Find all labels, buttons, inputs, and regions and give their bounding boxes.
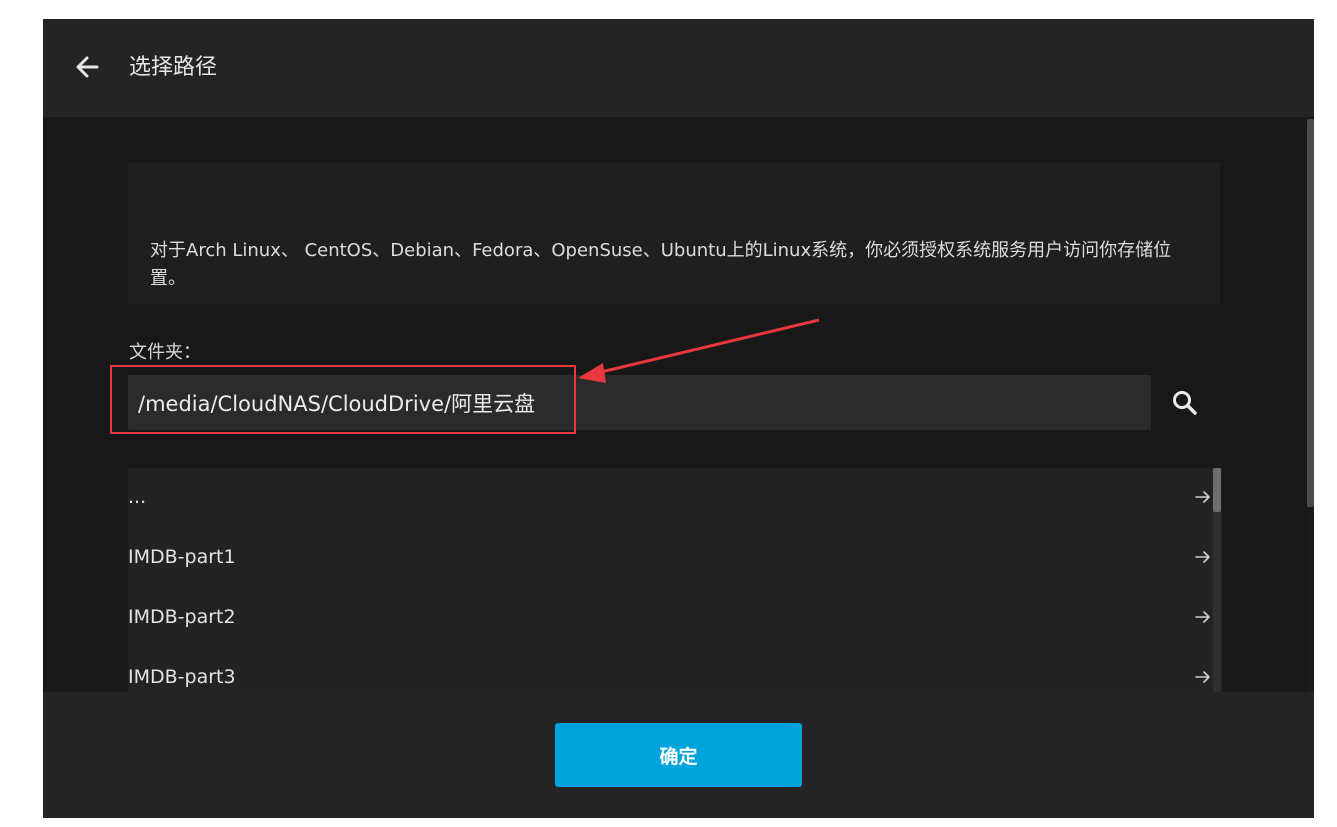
list-item[interactable]: IMDB-part2 bbox=[128, 588, 1210, 648]
dialog-title: 选择路径 bbox=[129, 55, 218, 80]
confirm-button[interactable]: 确定 bbox=[555, 723, 802, 787]
arrow-right-icon bbox=[1195, 491, 1210, 503]
list-item[interactable]: IMDB-part1 bbox=[128, 528, 1210, 588]
arrow-right-icon bbox=[1195, 611, 1210, 623]
list-scrollbar[interactable] bbox=[1213, 468, 1221, 692]
list-scrollbar-thumb[interactable] bbox=[1213, 468, 1221, 512]
arrow-right-icon bbox=[1195, 671, 1210, 683]
folder-path-input[interactable] bbox=[128, 375, 1151, 430]
folder-list: ... IMDB-part1 IMDB-part2 IMDB-part3 bbox=[128, 468, 1222, 692]
arrow-left-icon bbox=[76, 56, 99, 78]
folder-label: 文件夹： bbox=[129, 342, 201, 363]
dialog-scrollbar[interactable] bbox=[1307, 117, 1314, 692]
dialog-footer: 确定 bbox=[43, 692, 1314, 818]
list-item-label: IMDB-part2 bbox=[128, 606, 236, 628]
list-item-label: IMDB-part1 bbox=[128, 546, 236, 568]
folder-input-container bbox=[128, 375, 1151, 430]
list-item-label: IMDB-part3 bbox=[128, 666, 236, 688]
select-path-dialog: 选择路径 对于Arch Linux、 CentOS、Debian、Fedora、… bbox=[43, 19, 1314, 818]
search-button[interactable] bbox=[1167, 385, 1203, 421]
info-text: 对于Arch Linux、 CentOS、Debian、Fedora、OpenS… bbox=[150, 240, 1172, 289]
back-button[interactable] bbox=[69, 49, 105, 85]
list-item[interactable]: ... bbox=[128, 468, 1210, 528]
list-item-label: ... bbox=[128, 486, 147, 508]
dialog-scrollbar-thumb[interactable] bbox=[1307, 119, 1314, 507]
arrow-right-icon bbox=[1195, 551, 1210, 563]
list-item[interactable]: IMDB-part3 bbox=[128, 648, 1210, 692]
dialog-header: 选择路径 bbox=[43, 19, 1314, 117]
search-icon bbox=[1173, 391, 1197, 415]
dialog-content: 对于Arch Linux、 CentOS、Debian、Fedora、OpenS… bbox=[43, 117, 1314, 692]
info-box: 对于Arch Linux、 CentOS、Debian、Fedora、OpenS… bbox=[128, 162, 1220, 304]
